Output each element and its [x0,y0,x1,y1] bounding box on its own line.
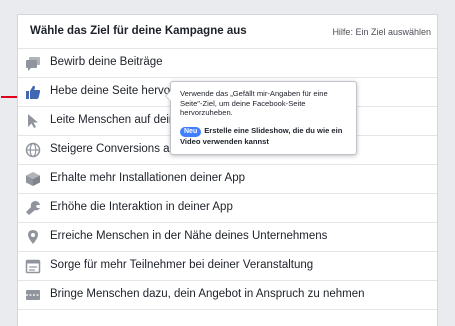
tooltip-description: Verwende das „Gefällt mir-Angaben für ei… [180,89,328,117]
box-icon [26,172,40,186]
speech-bubbles-icon [26,57,40,71]
objective-label: Bewirb deine Beiträge [50,56,163,68]
objective-panel: Wähle das Ziel für deine Kampagne aus Hi… [17,14,438,326]
panel-title: Wähle das Ziel für deine Kampagne aus [30,25,247,37]
objective-boost-posts[interactable]: Bewirb deine Beiträge [18,49,437,78]
new-badge: Neu [180,127,202,137]
objective-local-awareness[interactable]: Erreiche Menschen in der Nähe deines Unt… [18,223,437,252]
objective-label: Erhöhe die Interaktion in deiner App [50,201,233,213]
objective-app-installs[interactable]: Erhalte mehr Installationen deiner App [18,165,437,194]
wrench-icon [26,201,40,215]
panel-header: Wähle das Ziel für deine Kampagne aus Hi… [18,15,437,49]
new-feature-text[interactable]: Erstelle eine Slideshow, die du wie ein … [180,126,342,146]
tooltip-new-feature: Neu Erstelle eine Slideshow, die du wie e… [180,126,352,147]
objective-label: Erhalte mehr Installationen deiner App [50,172,245,184]
cursor-icon [28,114,38,128]
calendar-icon [25,259,41,274]
globe-icon [25,142,41,158]
objective-event-responses[interactable]: Sorge für mehr Teilnehmer bei deiner Ver… [18,252,437,281]
objective-label: Hebe deine Seite hervor [50,85,175,97]
help-link[interactable]: Hilfe: Ein Ziel auswählen [332,27,431,37]
tag-icon [26,290,40,300]
objective-label: Bringe Menschen dazu, dein Angebot in An… [50,288,365,300]
objective-app-engagement[interactable]: Erhöhe die Interaktion in deiner App [18,194,437,223]
objective-label: Leite Menschen auf deine [50,114,182,126]
location-pin-icon [28,230,38,244]
thumbs-up-icon [26,85,41,99]
objective-label: Sorge für mehr Teilnehmer bei deiner Ver… [50,259,314,271]
objective-tooltip: Verwende das „Gefällt mir-Angaben für ei… [165,81,357,155]
objective-label: Erreiche Menschen in der Nähe deines Unt… [50,230,328,242]
objective-offer-claims[interactable]: Bringe Menschen dazu, dein Angebot in An… [18,281,437,310]
